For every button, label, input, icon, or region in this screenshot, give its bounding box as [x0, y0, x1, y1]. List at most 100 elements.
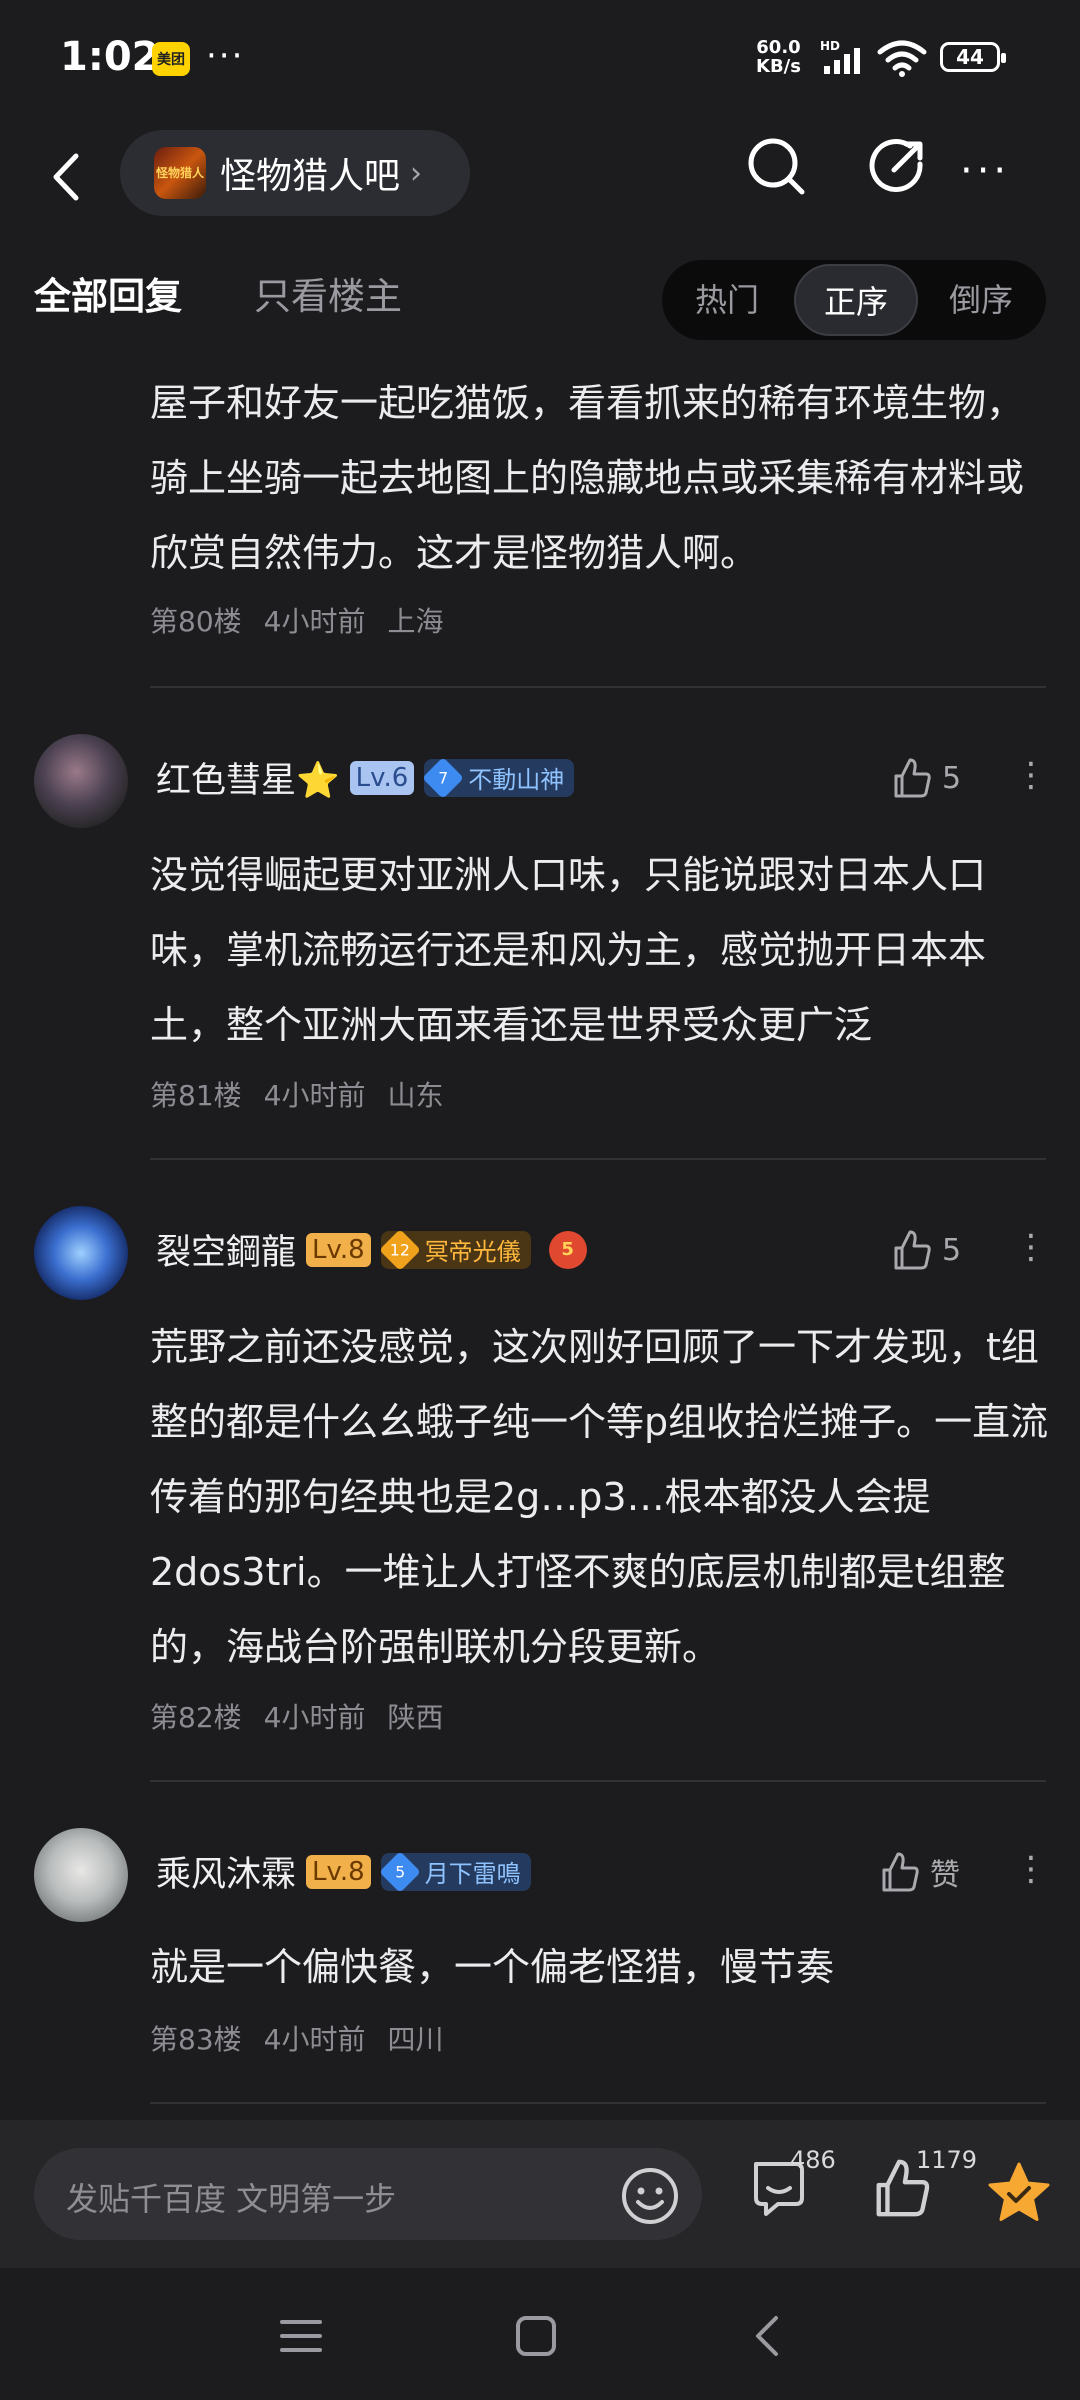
floor-number: 第80楼 — [150, 605, 242, 638]
search-icon — [748, 138, 805, 195]
username[interactable]: 红色彗星⭐ — [156, 752, 340, 803]
reply-text: 没觉得崛起更对亚洲人口味，只能说跟对日本人口味，掌机流畅运行还是和风为主，感觉抛… — [150, 853, 987, 1047]
tab-all-replies[interactable]: 全部回复 — [34, 266, 182, 320]
status-bar: 1:02 美团 ··· 60.0 KB/s HD 44 — [0, 0, 1080, 120]
post-like-button[interactable]: 1179 — [870, 2146, 977, 2224]
comment-button[interactable]: 486 — [748, 2146, 836, 2224]
badge-diamond-icon: 7 — [422, 756, 465, 799]
more-notifications-icon: ··· — [206, 36, 245, 76]
back-nav-icon[interactable] — [746, 2312, 790, 2360]
level-badge: Lv.8 — [306, 1232, 371, 1267]
net-speed-value: 60.0 — [756, 37, 801, 58]
divider — [150, 2102, 1046, 2104]
avatar[interactable] — [34, 734, 128, 828]
sort-hot[interactable]: 热门 — [662, 260, 792, 340]
forum-logo: 怪物猎人 — [154, 147, 206, 199]
username-row: 裂空鋼龍 Lv.8 12 冥帝光儀 5 — [156, 1224, 587, 1275]
username[interactable]: 裂空鋼龍 — [156, 1224, 296, 1275]
share-icon — [869, 139, 923, 192]
top-navigation: 怪物猎人 怪物猎人吧 › ··· — [0, 120, 1080, 240]
floor-number: 第81楼 — [150, 1079, 242, 1112]
reply-meta: 第82楼 4小时前 陕西 — [150, 1696, 465, 1736]
chevron-right-icon: › — [410, 155, 423, 191]
net-speed-unit: KB/s — [756, 56, 801, 77]
like-button[interactable]: 5 — [890, 756, 961, 800]
like-count: 1179 — [916, 2146, 978, 2174]
badge-number: 5 — [394, 1862, 405, 1881]
more-vertical-icon[interactable]: ⋮ — [1014, 1852, 1048, 1886]
title-badge: 5 月下雷鳴 — [378, 1850, 531, 1893]
more-vertical-icon[interactable]: ⋮ — [1014, 1230, 1048, 1264]
badge-text: 冥帝光儀 — [424, 1238, 521, 1266]
search-button[interactable] — [742, 132, 812, 206]
network-type-label: HD — [820, 39, 840, 53]
reply-time: 4小时前 — [263, 605, 366, 638]
reply-meta: 第83楼 4小时前 四川 — [150, 2018, 465, 2058]
title-badge: 7 不動山神 — [422, 756, 575, 799]
badge-diamond-icon: 5 — [378, 1850, 421, 1893]
star-icon — [988, 2162, 1050, 2221]
home-icon[interactable] — [512, 2312, 560, 2360]
reply-input[interactable]: 发贴千百度 文明第一步 — [34, 2148, 702, 2240]
like-button[interactable]: 5 — [890, 1228, 961, 1272]
back-button[interactable] — [40, 142, 96, 212]
badge-number: 12 — [389, 1240, 410, 1259]
title-badge: 12 冥帝光儀 — [378, 1228, 531, 1271]
reply-location: 上海 — [387, 605, 444, 638]
sort-ascending[interactable]: 正序 — [794, 264, 918, 336]
badge-number: 7 — [438, 768, 449, 787]
net-speed: 60.0 KB/s — [756, 38, 801, 76]
emoji-icon — [622, 2168, 678, 2224]
avatar[interactable] — [34, 1206, 128, 1300]
game-controller-badge-icon: 5 — [548, 1230, 587, 1269]
divider — [150, 1780, 1046, 1782]
favorite-button[interactable] — [986, 2160, 1052, 2230]
reply-location: 四川 — [387, 2023, 444, 2056]
username-row: 乘风沐霖 Lv.8 5 月下雷鳴 — [156, 1846, 531, 1897]
username[interactable]: 乘风沐霖 — [156, 1846, 296, 1897]
reply-list: 屋子和好友一起吃猫饭，看看抓来的稀有环境生物，骑上坐骑一起去地图上的隐藏地点或采… — [0, 352, 1080, 2120]
badge-text: 不動山神 — [468, 766, 565, 794]
badge-diamond-icon: 12 — [378, 1228, 421, 1271]
meituan-notification-icon: 美团 — [152, 42, 190, 76]
floor-number: 第83楼 — [150, 2023, 242, 2056]
reply-text: 荒野之前还没感觉，这次刚好回顾了一下才发现，t组整的都是什么幺蛾子纯一个等p组收… — [150, 1325, 1049, 1669]
wifi-icon — [876, 38, 928, 82]
signal-icon: HD — [818, 38, 868, 82]
reply-text: 就是一个偏快餐，一个偏老怪猎，慢节奏 — [150, 1945, 835, 1989]
reply-time: 4小时前 — [263, 2023, 366, 2056]
badge-text: 月下雷鳴 — [424, 1860, 521, 1888]
forum-pill[interactable]: 怪物猎人 怪物猎人吧 › — [120, 130, 470, 216]
reply-location: 陕西 — [387, 1701, 444, 1734]
like-count: 5 — [942, 1232, 962, 1268]
comment-count: 486 — [790, 2146, 836, 2174]
battery-icon: 44 — [940, 42, 1006, 72]
reply-location: 山东 — [387, 1079, 444, 1112]
reply-time: 4小时前 — [263, 1079, 366, 1112]
emoji-button[interactable] — [618, 2164, 682, 2232]
username-row: 红色彗星⭐ Lv.6 7 不動山神 — [156, 752, 575, 803]
reply-text: 屋子和好友一起吃猫饭，看看抓来的稀有环境生物，骑上坐骑一起去地图上的隐藏地点或采… — [150, 381, 1025, 575]
more-vertical-icon[interactable]: ⋮ — [1014, 758, 1048, 792]
sort-switch: 热门 正序 倒序 — [662, 260, 1046, 340]
avatar[interactable] — [34, 1828, 128, 1922]
system-nav-bar — [0, 2268, 1080, 2400]
tab-op-only[interactable]: 只看楼主 — [254, 266, 402, 320]
floor-number: 第82楼 — [150, 1701, 242, 1734]
divider — [150, 686, 1046, 688]
more-options-icon[interactable]: ··· — [960, 148, 1010, 194]
level-badge: Lv.6 — [349, 760, 415, 795]
reply-meta: 第81楼 4小时前 山东 — [150, 1074, 465, 1114]
thumbs-up-icon — [894, 758, 931, 798]
like-button[interactable]: 赞 — [878, 1850, 960, 1894]
menu-icon[interactable] — [276, 2314, 326, 2358]
sort-descending[interactable]: 倒序 — [916, 260, 1046, 340]
chevron-left-icon — [53, 153, 79, 201]
reply-time: 4小时前 — [263, 1701, 366, 1734]
bottom-action-bar: 发贴千百度 文明第一步 486 1179 — [0, 2120, 1080, 2268]
like-count: 5 — [942, 760, 962, 796]
share-button[interactable] — [866, 132, 930, 206]
divider — [150, 1158, 1046, 1160]
status-time: 1:02 — [60, 34, 160, 80]
like-label: 赞 — [930, 1858, 960, 1893]
